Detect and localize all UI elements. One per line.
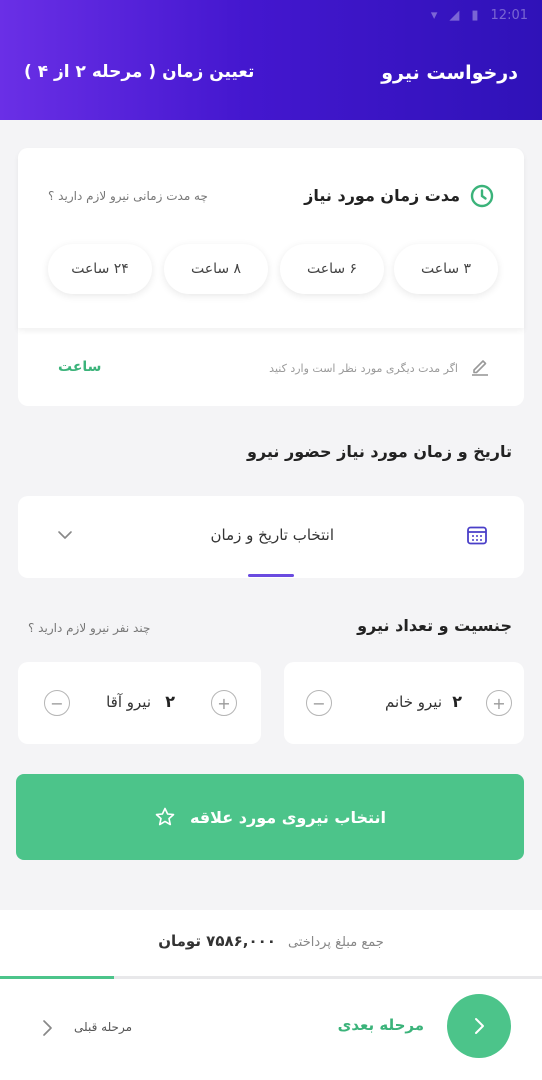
clock-icon bbox=[470, 184, 494, 208]
staff-hint: چند نفر نیرو لازم دارید ؟ bbox=[28, 621, 151, 635]
duration-option-6h[interactable]: ۶ ساعت bbox=[280, 244, 384, 294]
male-label: نیرو آقا bbox=[106, 693, 151, 711]
male-increment-button[interactable]: + bbox=[211, 690, 237, 716]
progress-fill bbox=[0, 976, 114, 979]
duration-option-3h[interactable]: ۳ ساعت bbox=[394, 244, 498, 294]
status-bar: ▾ ◢ ▮ 12:01 bbox=[431, 8, 528, 23]
prev-step-label[interactable]: مرحله قبلی bbox=[74, 1020, 132, 1034]
female-increment-button[interactable]: + bbox=[486, 690, 512, 716]
app-header: ▾ ◢ ▮ 12:01 درخواست نیرو تعیین زمان ( مر… bbox=[0, 0, 542, 120]
footer-bar: جمع مبلغ پرداختی ۷۵۸۶,۰۰۰ تومان مرحله بع… bbox=[0, 910, 542, 1080]
male-count: ۲ bbox=[165, 692, 175, 711]
staff-section-title: جنسیت و تعداد نیرو bbox=[357, 616, 512, 635]
total-label: جمع مبلغ پرداختی bbox=[287, 935, 384, 950]
chevron-left-icon[interactable] bbox=[38, 1018, 56, 1038]
duration-options-panel: مدت زمان مورد نیاز چه مدت زمانی نیرو لاز… bbox=[18, 148, 524, 328]
step-indicator: تعیین زمان ( مرحله ۲ از ۴ ) bbox=[24, 62, 255, 82]
wifi-icon: ▾ bbox=[430, 8, 438, 23]
signal-icon: ◢ bbox=[449, 8, 460, 23]
duration-hint: چه مدت زمانی نیرو لازم دارید ؟ bbox=[48, 189, 208, 203]
datetime-select-label: انتخاب تاریخ و زمان bbox=[210, 526, 334, 544]
female-label: نیرو خانم bbox=[385, 693, 442, 711]
female-decrement-button[interactable]: − bbox=[306, 690, 332, 716]
pencil-icon bbox=[472, 360, 488, 376]
chevron-down-icon bbox=[58, 531, 72, 539]
datetime-selector[interactable]: انتخاب تاریخ و زمان bbox=[18, 496, 524, 578]
favorite-label: انتخاب نیروی مورد علاقه bbox=[189, 807, 387, 827]
next-step-label[interactable]: مرحله بعدی bbox=[338, 1016, 424, 1034]
total-row: جمع مبلغ پرداختی ۷۵۸۶,۰۰۰ تومان bbox=[0, 932, 542, 950]
datetime-underline bbox=[248, 574, 294, 577]
favorite-staff-button[interactable]: انتخاب نیروی مورد علاقه bbox=[16, 774, 524, 860]
battery-icon: ▮ bbox=[471, 8, 479, 23]
female-staff-card: + ۲ نیرو خانم − bbox=[284, 662, 524, 744]
progress-track bbox=[0, 976, 542, 979]
total-value: ۷۵۸۶,۰۰۰ تومان bbox=[158, 932, 276, 950]
duration-title: مدت زمان مورد نیاز bbox=[304, 186, 460, 205]
duration-card: مدت زمان مورد نیاز چه مدت زمانی نیرو لاز… bbox=[18, 148, 524, 406]
duration-option-24h[interactable]: ۲۴ ساعت bbox=[48, 244, 152, 294]
datetime-section-title: تاریخ و زمان مورد نیاز حضور نیرو bbox=[246, 442, 512, 461]
status-time: 12:01 bbox=[490, 8, 528, 23]
next-step-button[interactable] bbox=[447, 994, 511, 1058]
calendar-icon bbox=[467, 526, 487, 545]
duration-option-8h[interactable]: ۸ ساعت bbox=[164, 244, 268, 294]
male-staff-card: + ۲ نیرو آقا − bbox=[18, 662, 261, 744]
page-title: درخواست نیرو bbox=[381, 62, 518, 84]
custom-duration-unit: ساعت bbox=[58, 359, 102, 375]
female-count: ۲ bbox=[452, 692, 462, 711]
star-icon bbox=[155, 807, 175, 826]
chevron-right-icon bbox=[475, 1018, 484, 1034]
male-decrement-button[interactable]: − bbox=[44, 690, 70, 716]
custom-duration-input[interactable] bbox=[138, 356, 458, 380]
